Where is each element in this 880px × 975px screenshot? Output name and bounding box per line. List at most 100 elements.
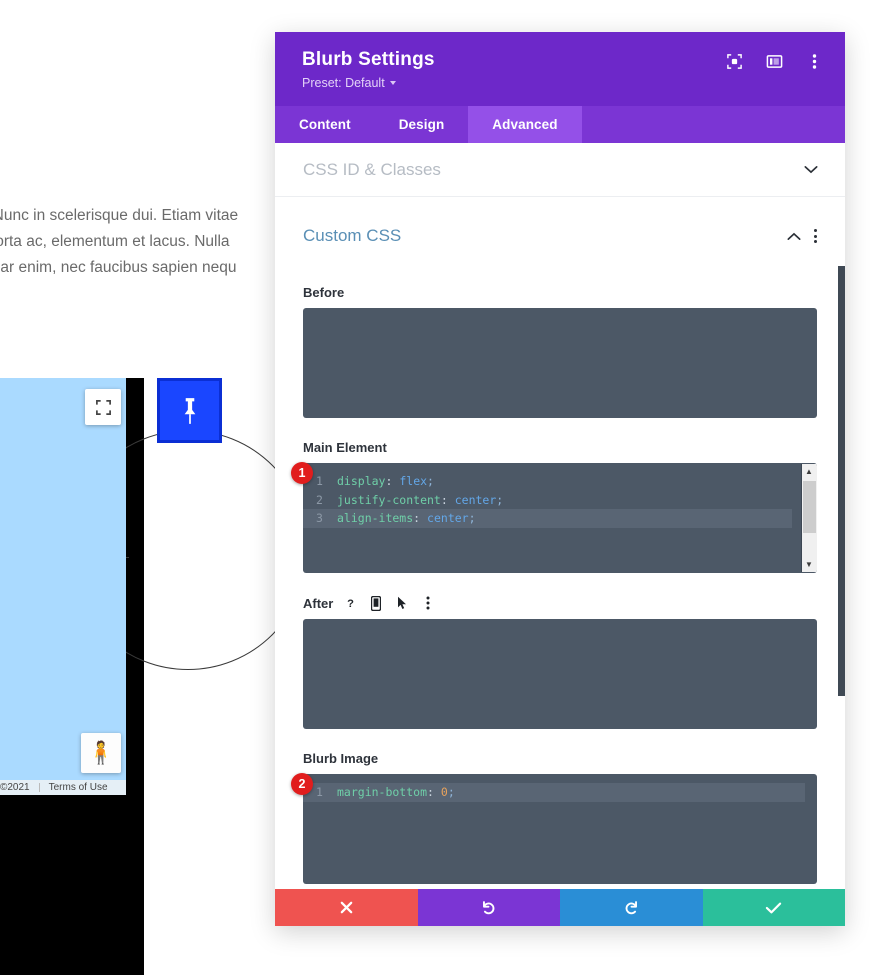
- line-number: 1: [316, 785, 323, 799]
- css-semicolon: ;: [427, 474, 434, 488]
- map-copyright: ©2021: [0, 782, 30, 793]
- main-element-code-editor[interactable]: 1 display: flex; 2 justify-content: cent…: [303, 463, 817, 573]
- scrollbar-thumb[interactable]: [802, 481, 816, 533]
- overflow-menu-icon[interactable]: [814, 228, 818, 244]
- panel-scrollbar-thumb[interactable]: [838, 266, 845, 696]
- line-number: 1: [316, 474, 323, 488]
- svg-text:?: ?: [347, 598, 354, 610]
- save-button[interactable]: [702, 889, 845, 926]
- map-fullscreen-button[interactable]: [85, 389, 121, 425]
- section-row-icons: [804, 165, 818, 174]
- undo-icon: [483, 901, 495, 915]
- focus-target-icon[interactable]: [725, 52, 743, 70]
- page-title: Blurb Settings: [302, 49, 435, 70]
- overflow-menu-icon[interactable]: [421, 595, 435, 611]
- css-property: display: [337, 474, 386, 488]
- blurb-settings-modal: Blurb Settings Preset: Default Content D…: [275, 32, 845, 926]
- css-semicolon: ;: [468, 511, 476, 525]
- chevron-down-icon[interactable]: [804, 165, 818, 174]
- map-footer-divider: [38, 783, 40, 792]
- undo-button[interactable]: [417, 889, 560, 926]
- code-line[interactable]: 1 margin-bottom: 0;: [303, 783, 805, 802]
- blurb-image-code-editor[interactable]: 1 margin-bottom: 0;: [303, 774, 817, 884]
- field-label: Main Element: [303, 440, 817, 455]
- scrollbar-track[interactable]: [801, 479, 817, 557]
- line-number: 2: [316, 492, 323, 507]
- field-label-icons: ?: [343, 595, 435, 611]
- field-blurb-image: Blurb Image 2 1 margin-bottom: 0;: [275, 751, 845, 884]
- field-label: Before: [303, 285, 817, 300]
- css-colon: :: [413, 511, 421, 525]
- section-title: Custom CSS: [303, 226, 402, 245]
- after-code-editor[interactable]: [303, 619, 817, 729]
- map-attribution-footer: ©2021 Terms of Use: [0, 780, 126, 795]
- preset-label: Preset: Default: [302, 76, 385, 90]
- modal-footer: [275, 889, 845, 926]
- scroll-down-arrow-icon[interactable]: ▼: [801, 557, 817, 572]
- chevron-up-icon[interactable]: [787, 232, 801, 241]
- section-css-id-classes[interactable]: CSS ID & Classes: [275, 143, 845, 197]
- css-semicolon: ;: [447, 785, 455, 799]
- screen: ccumsan. Nunc in scelerisque dui. Etiam …: [0, 0, 880, 975]
- modal-tabs: Content Design Advanced: [275, 106, 845, 143]
- field-before: Before: [275, 285, 845, 418]
- css-property: justify-content: [337, 492, 441, 507]
- step-badge-2: 2: [291, 773, 313, 795]
- code-lines: 1 display: flex; 2 justify-content: cent…: [303, 463, 817, 528]
- pegman-icon: 🧍: [87, 740, 115, 765]
- code-lines: [303, 308, 817, 317]
- cursor-pointer-icon[interactable]: [395, 595, 409, 611]
- field-label: Blurb Image: [303, 751, 817, 766]
- chevron-down-icon: [389, 81, 396, 85]
- help-question-icon[interactable]: ?: [343, 595, 357, 611]
- map-pin-tile[interactable]: [157, 378, 222, 443]
- section-title: CSS ID & Classes: [303, 159, 441, 179]
- step-badge-1: 1: [291, 462, 313, 484]
- before-code-editor[interactable]: [303, 308, 817, 418]
- field-label-text: Before: [303, 285, 345, 300]
- tab-content[interactable]: Content: [275, 106, 375, 143]
- field-main-element: Main Element 1 1 display: flex; 2 justif…: [275, 440, 845, 573]
- field-label-text: After: [303, 595, 334, 611]
- css-colon: :: [385, 474, 393, 488]
- css-colon: :: [440, 492, 448, 507]
- modal-header: Blurb Settings Preset: Default: [275, 32, 845, 106]
- close-x-icon: [340, 901, 353, 914]
- css-property: margin-bottom: [337, 785, 428, 799]
- tab-design[interactable]: Design: [375, 106, 469, 143]
- css-property: align-items: [337, 511, 414, 525]
- checkmark-icon: [766, 902, 782, 913]
- redo-icon: [625, 901, 637, 915]
- line-number: 3: [316, 511, 323, 525]
- scroll-up-arrow-icon[interactable]: ▲: [801, 464, 817, 479]
- layout-columns-icon[interactable]: [765, 52, 783, 70]
- css-semicolon: ;: [496, 492, 504, 507]
- code-line[interactable]: 3 align-items: center;: [303, 509, 792, 528]
- section-row-icons: [787, 228, 818, 244]
- code-line[interactable]: 2 justify-content: center;: [303, 491, 817, 510]
- redo-button[interactable]: [560, 889, 703, 926]
- preset-selector[interactable]: Preset: Default: [302, 76, 435, 90]
- overflow-menu-icon[interactable]: [805, 52, 823, 70]
- mobile-device-icon[interactable]: [369, 595, 383, 611]
- css-value: center: [427, 511, 469, 525]
- map-widget[interactable]: 🧍 ©2021 Terms of Use: [0, 378, 126, 795]
- code-editor-scrollbar[interactable]: ▲ ▼: [801, 464, 817, 572]
- discard-button[interactable]: [275, 889, 418, 926]
- field-after: After ?: [275, 595, 845, 729]
- settings-scroll-area: CSS ID & Classes Custom CSS Before Main …: [275, 143, 845, 889]
- field-label-text: Main Element: [303, 440, 387, 455]
- map-pin-icon: [184, 397, 195, 424]
- section-custom-css[interactable]: Custom CSS: [275, 209, 845, 263]
- code-line[interactable]: 1 display: flex;: [303, 472, 817, 491]
- header-actions: [725, 48, 823, 70]
- field-label-text: Blurb Image: [303, 751, 379, 766]
- dark-decorative-block: [0, 795, 144, 975]
- code-lines: [303, 619, 817, 628]
- tab-advanced[interactable]: Advanced: [468, 106, 582, 143]
- modal-body: CSS ID & Classes Custom CSS Before Main …: [275, 143, 845, 889]
- map-terms-link[interactable]: Terms of Use: [49, 782, 108, 793]
- field-label: After ?: [303, 595, 817, 611]
- map-streetview-pegman-button[interactable]: 🧍: [81, 733, 121, 773]
- css-value: 0: [440, 785, 448, 799]
